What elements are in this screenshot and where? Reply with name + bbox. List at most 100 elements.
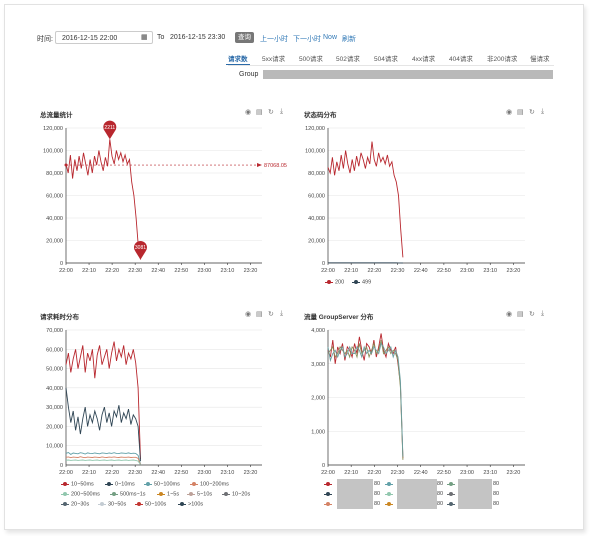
y-tick-label: 2,000 [311,396,325,402]
x-tick-label: 22:10 [82,268,96,274]
x-tick-label: 22:10 [82,470,96,476]
x-tick-label: 23:20 [507,268,521,274]
max-pin-label: 2211 [104,125,115,131]
x-tick-label: 22:20 [367,268,381,274]
x-tick-label: 23:10 [483,268,497,274]
legend-item-server[interactable] [385,491,395,497]
x-tick-label: 22:10 [344,268,358,274]
legend-item-server[interactable] [447,481,457,487]
x-tick-label: 22:20 [105,268,119,274]
legend-value: 80 [374,501,381,507]
x-tick-label: 22:00 [321,268,335,274]
y-tick-label: 0 [322,463,325,469]
redacted-block [397,479,437,509]
legend-item-gt100s[interactable]: >100s [178,501,203,507]
legend-item-10-20s[interactable]: 10~20s [222,491,250,497]
x-tick-label: 22:00 [59,470,73,476]
series-line [65,387,141,462]
legend-item-server[interactable] [385,481,395,487]
x-tick-label: 22:40 [414,268,428,274]
y-tick-label: 100,000 [305,149,325,155]
x-tick-label: 23:00 [460,268,474,274]
legend-item-499[interactable]: 499 [352,279,371,285]
x-tick-label: 22:00 [59,268,73,274]
x-tick-label: 22:30 [128,268,142,274]
y-tick-label: 80,000 [308,171,325,177]
x-tick-label: 22:40 [414,470,428,476]
min-pin-label: 3081 [135,245,146,251]
legend-item-server[interactable] [385,501,395,507]
y-tick-label: 4,000 [311,328,325,334]
x-tick-label: 22:50 [437,470,451,476]
legend-value: 80 [374,491,381,497]
legend-item-200[interactable]: 200 [325,279,344,285]
x-tick-label: 23:20 [244,470,258,476]
legend-item-20-30s[interactable]: 20~30s [61,501,89,507]
legend-item-0-10ms[interactable]: 0~10ms [105,481,135,487]
x-tick-label: 22:40 [151,268,165,274]
y-tick-label: 40,000 [308,216,325,222]
x-tick-label: 22:30 [391,268,405,274]
legend-item-200-500ms[interactable]: 200~500ms [61,491,100,497]
legend-value: 80 [437,491,444,497]
y-tick-label: 20,000 [308,239,325,245]
legend-item-50-100s[interactable]: 50~100s [135,501,166,507]
legend-item-50-100ms[interactable]: 50~100ms [144,481,180,487]
x-tick-label: 22:30 [391,470,405,476]
legend-value: 80 [374,481,381,487]
legend-item-server[interactable] [324,501,334,507]
legend-item-1-5s[interactable]: 1~5s [157,491,179,497]
y-tick-label: 40,000 [46,216,63,222]
x-tick-label: 23:10 [483,470,497,476]
legend-item-100-200ms[interactable]: 100~200ms [190,481,229,487]
y-tick-label: 20,000 [46,424,63,430]
series-line [327,339,404,460]
legend-item-500ms-1s[interactable]: 500ms~1s [110,491,146,497]
y-tick-label: 80,000 [46,171,63,177]
x-tick-label: 22:20 [367,470,381,476]
y-tick-label: 60,000 [46,194,63,200]
x-tick-label: 22:50 [437,268,451,274]
x-tick-label: 22:00 [321,470,335,476]
legend-item-server[interactable] [447,491,457,497]
y-tick-label: 40,000 [46,386,63,392]
x-tick-label: 23:00 [460,470,474,476]
x-tick-label: 23:00 [197,470,211,476]
y-tick-label: 120,000 [43,126,63,132]
x-tick-label: 23:00 [197,268,211,274]
series-line [327,141,404,258]
legend-value: 80 [437,501,444,507]
legend-item-server[interactable] [447,501,457,507]
series-line [65,341,141,460]
y-tick-label: 60,000 [46,347,63,353]
y-tick-label: 10,000 [46,444,63,450]
legend-value: 80 [493,491,500,497]
y-tick-label: 0 [60,261,63,267]
x-tick-label: 22:30 [128,470,142,476]
y-tick-label: 50,000 [46,367,63,373]
y-tick-label: 0 [322,261,325,267]
legend-item-30-50s[interactable]: 30~50s [98,501,126,507]
y-tick-label: 3,000 [311,362,325,368]
series-line [65,139,141,260]
legend-item-5-10s[interactable]: 5~10s [187,491,212,497]
x-tick-label: 22:40 [151,470,165,476]
mark-line-arrow [257,163,262,168]
y-tick-label: 1,000 [311,429,325,435]
y-tick-label: 120,000 [305,126,325,132]
series-line [327,342,404,457]
series-line [65,459,141,465]
legend-item-server[interactable] [324,491,334,497]
x-tick-label: 23:10 [221,470,235,476]
y-tick-label: 100,000 [43,149,63,155]
x-tick-label: 22:50 [174,470,188,476]
mark-line-label: 87068.05 [264,163,287,169]
legend-value: 80 [493,481,500,487]
legend-item-10-50ms[interactable]: 10~50ms [61,481,94,487]
legend-value: 80 [493,501,500,507]
series-line [65,451,141,465]
legend-item-server[interactable] [324,481,334,487]
total-traffic-chart: 0 20,000 40,000 60,000 80,000 100,000 120,000 2… [43,120,525,476]
y-tick-label: 60,000 [308,194,325,200]
x-tick-label: 22:50 [174,268,188,274]
